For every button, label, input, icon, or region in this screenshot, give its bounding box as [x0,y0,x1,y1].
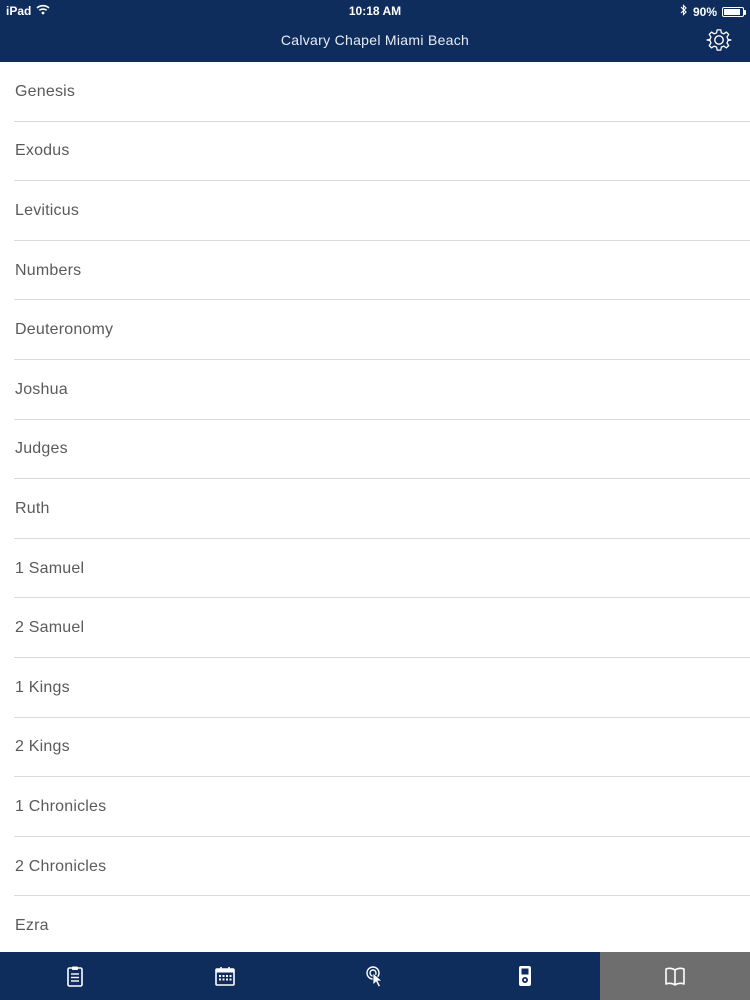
list-item-label: 2 Kings [15,738,70,756]
tab-calendar[interactable] [150,952,300,1000]
tab-notes[interactable] [0,952,150,1000]
list-item[interactable]: Ezra [0,896,750,952]
battery-level-fill [724,8,741,15]
book-list: Genesis Exodus Leviticus Numbers Deutero… [0,62,750,952]
list-item-label: Deuteronomy [15,321,114,339]
list-item-label: Genesis [15,82,76,100]
list-item[interactable]: 1 Kings [0,658,750,718]
list-item-label: Joshua [15,380,68,398]
settings-button[interactable] [706,27,732,53]
list-item[interactable]: 2 Samuel [0,598,750,658]
list-item[interactable]: Deuteronomy [0,300,750,360]
list-item-label: Ezra [15,917,49,935]
list-item-label: Leviticus [15,201,80,219]
nav-title: Calvary Chapel Miami Beach [280,32,470,48]
gear-icon [706,27,732,53]
list-item-label: 2 Chronicles [15,857,107,875]
list-item[interactable]: 1 Chronicles [0,777,750,837]
list-item[interactable]: Numbers [0,241,750,301]
tab-bible[interactable] [600,952,750,1000]
list-item-label: 1 Samuel [15,559,85,577]
list-item[interactable]: Leviticus [0,181,750,241]
list-item-label: 2 Samuel [15,619,85,637]
app-screen: iPad 10:18 AM 90% Calvary Chapel Miami B… [0,0,750,1000]
status-right: 90% [680,4,746,19]
list-item[interactable]: Genesis [0,62,750,122]
clipboard-icon [63,964,87,988]
list-item[interactable]: Judges [0,420,750,480]
battery-percent: 90% [692,4,717,19]
list-item-label: Exodus [15,142,70,160]
status-time: 10:18 AM [348,4,402,18]
list-item-label: Numbers [15,261,82,279]
list-item[interactable]: 2 Kings [0,718,750,778]
touch-pointer-icon [363,964,387,988]
list-item-label: 1 Chronicles [15,797,107,815]
list-item[interactable]: Joshua [0,360,750,420]
tab-media[interactable] [450,952,600,1000]
calendar-icon [213,964,237,988]
list-item[interactable]: Ruth [0,479,750,539]
list-item-label: Ruth [15,499,50,517]
bluetooth-icon [680,4,688,19]
media-player-icon [513,964,537,988]
tab-connect[interactable] [300,952,450,1000]
list-item[interactable]: 2 Chronicles [0,837,750,897]
list-item-label: 1 Kings [15,678,70,696]
battery-icon [722,6,746,17]
list-item-label: Judges [15,440,68,458]
list-item[interactable]: Exodus [0,122,750,182]
status-bar: iPad 10:18 AM 90% [0,0,750,22]
list-item[interactable]: 1 Samuel [0,539,750,599]
top-bar: iPad 10:18 AM 90% Calvary Chapel Miami B… [0,0,750,62]
tab-bar [0,952,750,1000]
open-book-icon [663,964,687,988]
